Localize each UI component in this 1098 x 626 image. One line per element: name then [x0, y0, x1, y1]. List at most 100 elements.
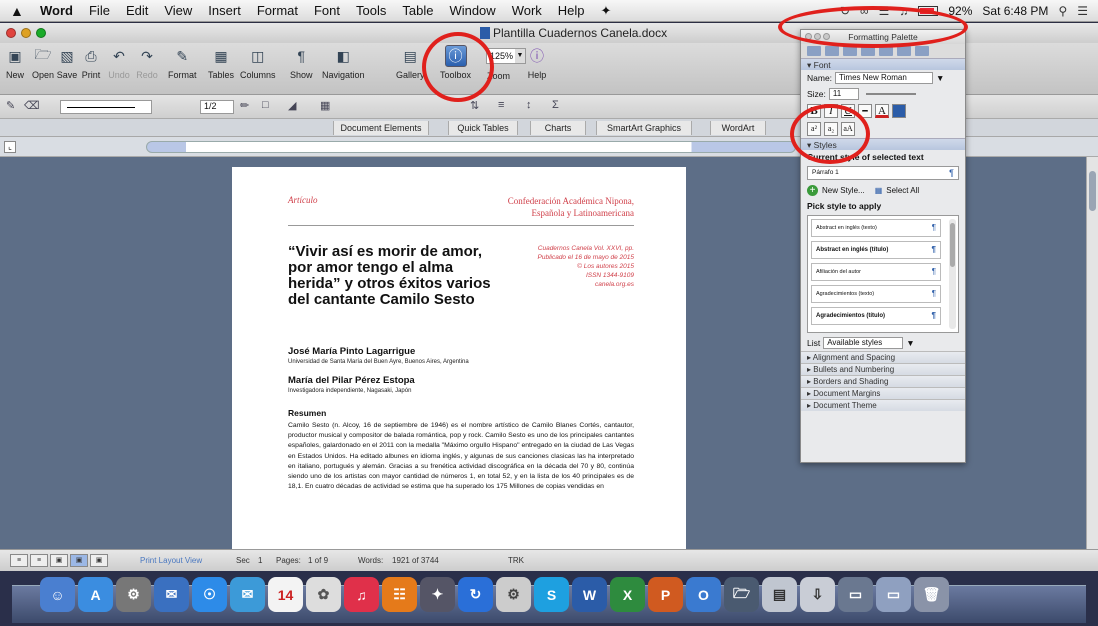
apple-icon[interactable]: ▲ — [10, 3, 32, 19]
system-preferences-icon[interactable]: ⚙ — [116, 577, 151, 612]
styles-section-header[interactable]: ▾ Styles — [801, 138, 965, 150]
font-size-input[interactable]: 11 — [828, 88, 859, 100]
redo-button[interactable]: ↷ Redo — [136, 45, 158, 81]
minimize-button[interactable] — [21, 28, 31, 38]
powerpoint-icon[interactable]: P — [648, 577, 683, 612]
menu-window[interactable]: Window — [441, 3, 503, 18]
style-list-scrollbar[interactable] — [949, 219, 956, 329]
font-size-slider[interactable] — [865, 93, 916, 95]
font-name-input[interactable]: Times New Roman — [835, 72, 934, 84]
menu-file[interactable]: File — [81, 3, 118, 18]
underline-button[interactable]: U — [841, 104, 855, 118]
open-button[interactable]: 🗁 Open — [32, 45, 54, 80]
draft-view-button[interactable]: ≡ — [10, 554, 28, 567]
font-section-header[interactable]: ▾ Font — [801, 58, 965, 70]
utility-icon[interactable]: ⚙ — [496, 577, 531, 612]
text-direction-icon[interactable]: ⇅ — [470, 99, 479, 115]
new-style-button[interactable]: New Style... — [822, 186, 865, 195]
menu-format[interactable]: Format — [249, 3, 306, 18]
palette-tab-projects[interactable] — [915, 46, 929, 56]
bold-button[interactable]: B — [807, 104, 821, 118]
font-color-icon[interactable]: A — [875, 104, 889, 118]
add-icon[interactable]: + — [807, 185, 818, 196]
tab-quick-tables[interactable]: Quick Tables — [448, 121, 518, 135]
section-borders-shading[interactable]: ▸ Borders and Shading — [801, 375, 965, 387]
palette-title-bar[interactable]: Formatting Palette — [801, 30, 965, 44]
toolbox-button[interactable]: ⓘ Toolbox — [440, 45, 471, 80]
volume-icon[interactable]: ♫ — [899, 4, 908, 18]
app-store-icon[interactable]: A — [78, 577, 113, 612]
track-changes-indicator[interactable]: TRK — [508, 556, 524, 565]
menu-help[interactable]: Help — [550, 3, 593, 18]
tables-button[interactable]: ▦ Tables — [208, 45, 234, 81]
palette-tab-reference[interactable] — [879, 46, 893, 56]
battery-icon[interactable] — [918, 6, 939, 16]
new-button[interactable]: ▣ New — [4, 45, 26, 81]
finder-icon[interactable]: ☺ — [40, 577, 75, 612]
close-button[interactable] — [6, 28, 16, 38]
section-document-theme[interactable]: ▸ Document Theme — [801, 399, 965, 411]
highlight-icon[interactable] — [892, 104, 906, 118]
word-icon[interactable]: W — [572, 577, 607, 612]
case-icon[interactable]: aA — [841, 122, 855, 136]
palette-zoom-button[interactable] — [823, 33, 830, 40]
tab-document-elements[interactable]: Document Elements — [333, 121, 429, 135]
folder-icon[interactable]: 🗁 — [724, 577, 759, 612]
columns-button[interactable]: ◫ Columns — [240, 45, 276, 81]
clear-format-icon[interactable]: ⌫ — [24, 99, 40, 115]
current-style-box[interactable]: Párrafo 1 ¶ — [807, 166, 959, 180]
style-list-thumb[interactable] — [950, 223, 955, 267]
undo-button[interactable]: ↶ Undo — [108, 45, 130, 81]
format-button[interactable]: ✎ Format — [168, 45, 197, 81]
script-icon[interactable]: ✦ — [593, 3, 620, 19]
window-thumbnail-icon[interactable]: ▭ — [876, 577, 911, 612]
palette-tab-citations[interactable] — [843, 46, 857, 56]
menu-work[interactable]: Work — [504, 3, 550, 18]
menu-table[interactable]: Table — [394, 3, 441, 18]
spotlight-icon[interactable]: ⚲ — [1058, 4, 1067, 18]
style-item[interactable]: Agradecimientos (texto) ¶ — [811, 285, 941, 303]
section-bullets-numbering[interactable]: ▸ Bullets and Numbering — [801, 363, 965, 375]
notebook-view-button[interactable]: ▣ — [90, 554, 108, 567]
section-alignment-spacing[interactable]: ▸ Alignment and Spacing — [801, 351, 965, 363]
fill-color-icon[interactable]: ◢ — [288, 99, 296, 115]
subscript-icon[interactable]: a₂ — [824, 122, 838, 136]
tab-charts[interactable]: Charts — [530, 121, 586, 135]
navigation-button[interactable]: ◧ Navigation — [322, 45, 365, 81]
save-button[interactable]: ▧ Save — [56, 45, 78, 81]
superscript-icon[interactable]: a² — [807, 122, 821, 136]
strikethrough-icon[interactable]: – — [858, 104, 872, 118]
palette-close-button[interactable] — [805, 33, 812, 40]
photos-icon[interactable]: ✿ — [306, 577, 341, 612]
publishing-view-button[interactable]: ▣ — [50, 554, 68, 567]
menu-insert[interactable]: Insert — [200, 3, 249, 18]
font-name-dropdown-icon[interactable]: ▼ — [936, 73, 944, 83]
words-value[interactable]: 1921 of 3744 — [392, 556, 439, 565]
launchpad-icon[interactable]: ✦ — [420, 577, 455, 612]
style-item[interactable]: Afiliación del autor ¶ — [811, 263, 941, 281]
align-icon[interactable]: ≡ — [498, 99, 504, 115]
list-select[interactable]: Available styles — [823, 337, 904, 349]
tab-stop-icon[interactable]: ⌞ — [4, 141, 16, 153]
palette-tab-scrapbook[interactable] — [861, 46, 875, 56]
bluetooth-icon[interactable]: ∞ — [860, 4, 869, 18]
wifi-icon[interactable]: ☰ — [879, 4, 890, 18]
calendar-icon[interactable]: 14 — [268, 577, 303, 612]
messages-icon[interactable]: ✉ — [230, 577, 265, 612]
zoom-select[interactable]: 125% ▼ — [486, 48, 526, 64]
palette-tab-formatting[interactable] — [807, 46, 821, 56]
sort-icon[interactable]: ↕ — [526, 99, 532, 115]
list-dropdown-icon[interactable]: ▼ — [906, 338, 914, 348]
palette-minimize-button[interactable] — [814, 33, 821, 40]
italic-button[interactable]: I — [824, 104, 838, 118]
gallery-button[interactable]: ▤ Gallery — [396, 45, 425, 81]
timemachine-icon[interactable]: ↻ — [840, 4, 850, 18]
menu-app[interactable]: Word — [32, 3, 81, 18]
tab-smartart-graphics[interactable]: SmartArt Graphics — [596, 121, 692, 135]
style-item[interactable]: Abstract en inglés (texto) ¶ — [811, 219, 941, 237]
clock[interactable]: Sat 6:48 PM — [982, 4, 1048, 18]
style-item[interactable]: Agradecimientos (título) ¶ — [811, 307, 941, 325]
print-layout-view-button[interactable]: ▣ — [70, 554, 88, 567]
scroll-thumb[interactable] — [1089, 171, 1096, 211]
mail-icon[interactable]: ✉ — [154, 577, 189, 612]
